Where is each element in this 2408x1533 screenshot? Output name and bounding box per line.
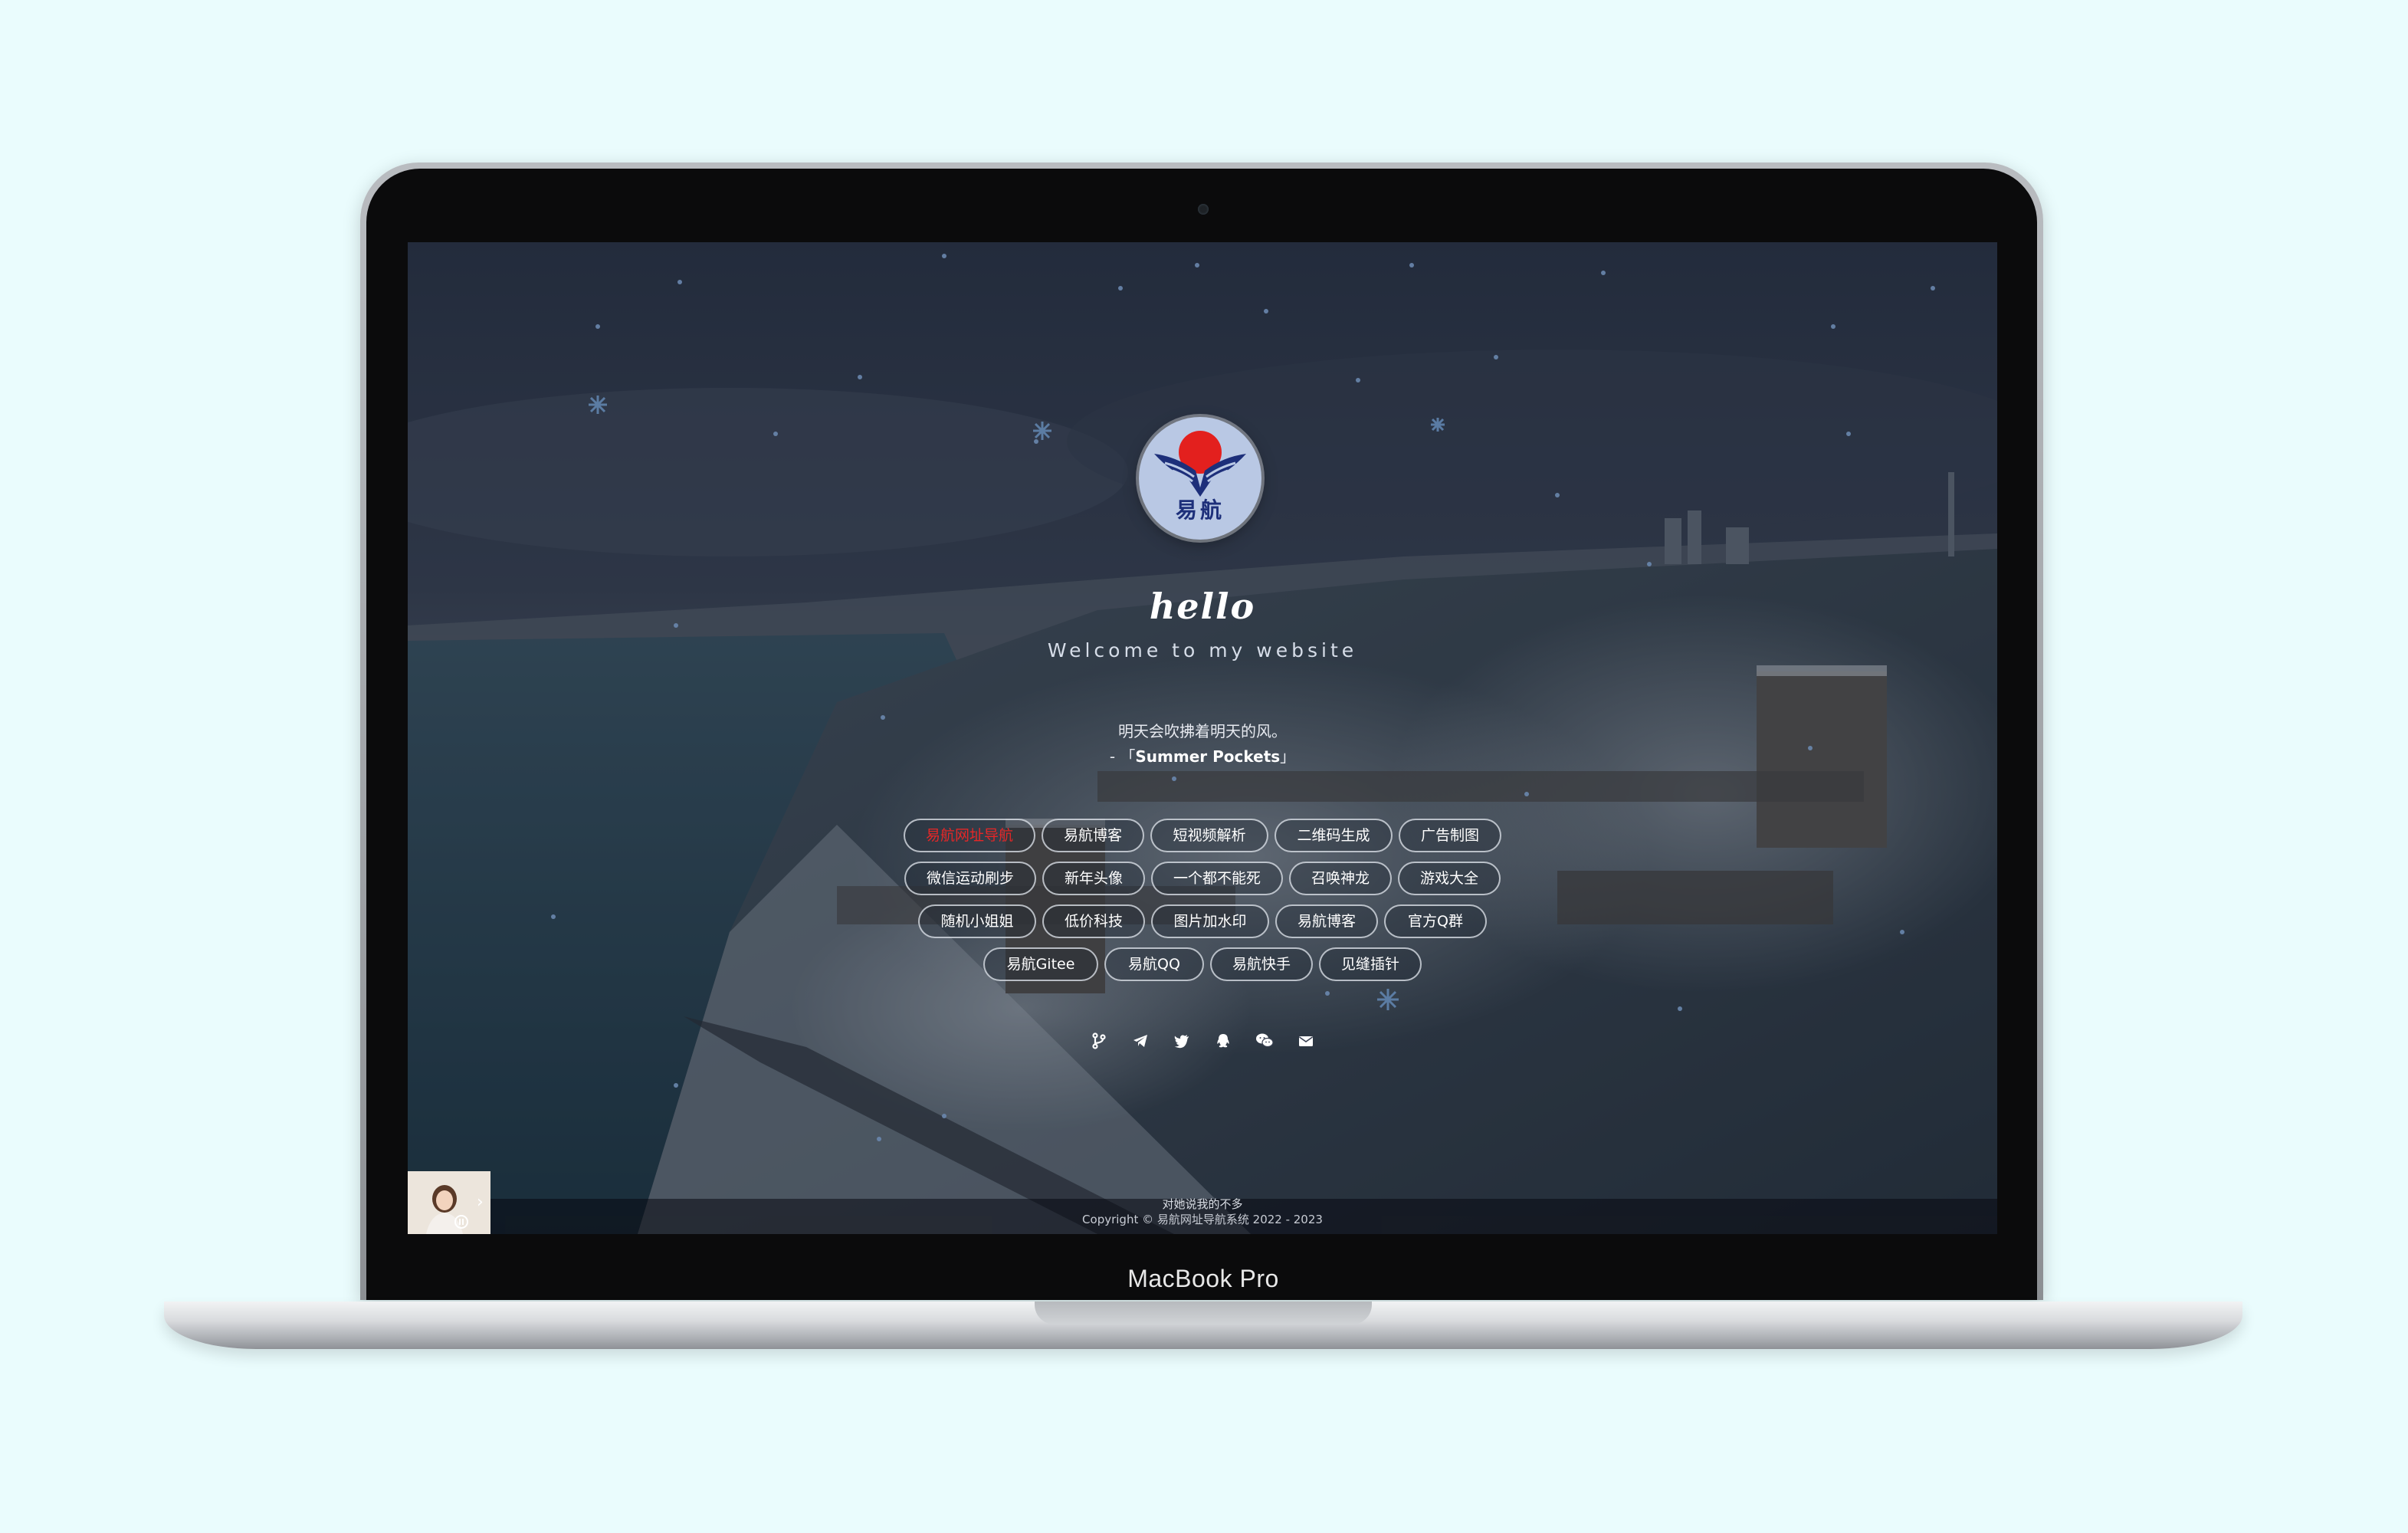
link-button[interactable]: 召唤神龙 [1289, 862, 1392, 895]
device-label: MacBook Pro [1127, 1265, 1279, 1292]
browser-screen: 易航 hello Welcome to my website 明天会吹拂着明天的… [408, 242, 1997, 1234]
link-button[interactable]: 一个都不能死 [1151, 862, 1283, 895]
git-branch-icon[interactable] [1090, 1032, 1108, 1050]
site-logo[interactable]: 易航 [1139, 417, 1261, 540]
link-row-1: 易航网址导航 易航博客 短视频解析 二维码生成 广告制图 [408, 819, 1997, 852]
link-button[interactable]: 易航博客 [1042, 819, 1144, 852]
footer-copyright: Copyright © 易航网址导航系统 2022 - 2023 [1082, 1213, 1323, 1226]
twitter-icon[interactable] [1173, 1032, 1191, 1050]
quote-text: 明天会吹拂着明天的风。 [1118, 722, 1287, 740]
qq-penguin-icon[interactable] [1214, 1032, 1232, 1050]
link-button[interactable]: 官方Q群 [1384, 904, 1487, 938]
telegram-icon[interactable] [1131, 1032, 1150, 1050]
link-button[interactable]: 易航博客 [1275, 904, 1378, 938]
link-row-2: 微信运动刷步 新年头像 一个都不能死 召唤神龙 游戏大全 [408, 862, 1997, 895]
link-button[interactable]: 随机小姐姐 [918, 904, 1036, 938]
quote-source: - 「Summer Pockets」 [973, 744, 1432, 766]
marketing-mockup: MacBook Pro 易航 hello Welcome to my websi… [0, 0, 2408, 1533]
social-links [408, 1032, 1997, 1050]
link-row-4: 易航Gitee 易航QQ 易航快手 见缝插针 [408, 947, 1997, 981]
link-button[interactable]: 二维码生成 [1275, 819, 1393, 852]
link-button[interactable]: 图片加水印 [1151, 904, 1269, 938]
link-button[interactable]: 易航网址导航 [904, 819, 1035, 852]
link-button[interactable]: 见缝插针 [1319, 947, 1422, 981]
wechat-icon[interactable] [1255, 1032, 1274, 1050]
logo-text: 易航 [1175, 497, 1225, 523]
link-row-3: 随机小姐姐 低价科技 图片加水印 易航博客 官方Q群 [408, 904, 1997, 938]
link-button[interactable]: 新年头像 [1042, 862, 1145, 895]
link-button[interactable]: 易航快手 [1210, 947, 1313, 981]
link-button[interactable]: 低价科技 [1042, 904, 1145, 938]
link-button[interactable]: 易航QQ [1104, 947, 1204, 981]
footer-note: 对她说我的不多 [1162, 1197, 1243, 1211]
camera-icon [1198, 204, 1209, 215]
laptop-notch [1035, 1302, 1372, 1325]
welcome-subtitle: Welcome to my website [1047, 639, 1358, 661]
link-button[interactable]: 易航Gitee [983, 947, 1098, 981]
link-button[interactable]: 游戏大全 [1398, 862, 1501, 895]
email-icon[interactable] [1297, 1032, 1315, 1050]
link-button[interactable]: 短视频解析 [1150, 819, 1268, 852]
quote-source-title: Summer Pockets [1135, 747, 1281, 766]
link-button[interactable]: 微信运动刷步 [904, 862, 1036, 895]
quote-suffix: 」 [1280, 747, 1296, 766]
chevron-right-icon[interactable]: › [477, 1193, 484, 1212]
quote-prefix: - 「 [1109, 747, 1136, 766]
greeting-title: hello [1149, 586, 1256, 627]
link-button[interactable]: 广告制图 [1399, 819, 1501, 852]
